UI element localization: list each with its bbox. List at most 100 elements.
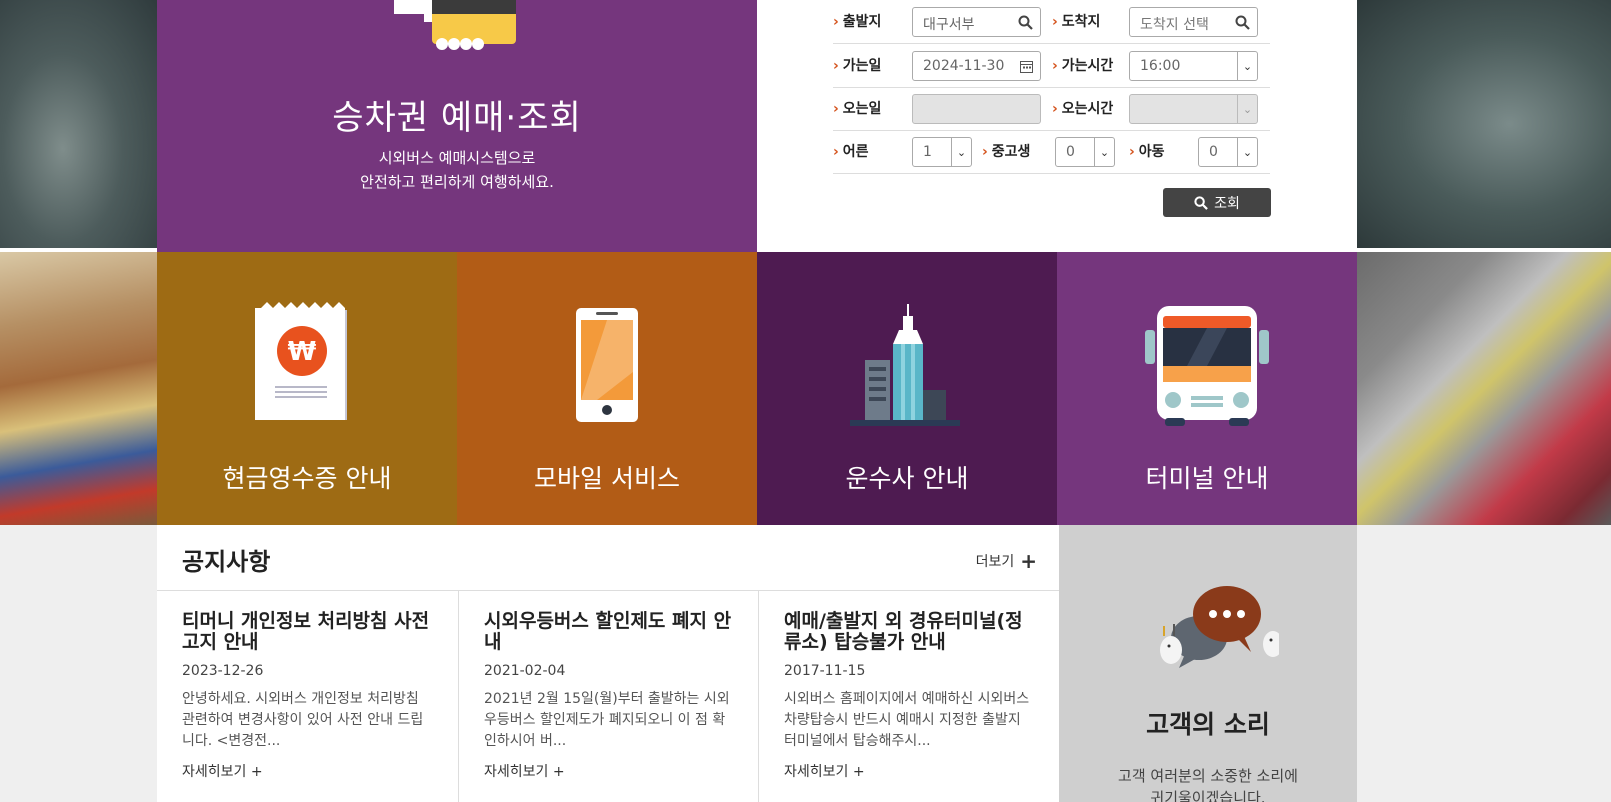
notice-header: 공지사항 더보기 + [157,525,1059,591]
receipt-icon: ₩ [255,302,347,420]
notice-title[interactable]: 시외우등버스 할인제도 폐지 안내 [484,611,734,653]
adult-label-text: 어른 [842,144,869,160]
return-row: › 오는일 › 오는시간 ⌄ [833,87,1270,131]
go-time-value: 16:00 [1140,58,1181,74]
voice-description: 고객 여러분의 소중한 소리에 귀기울이겠습니다. [1059,765,1357,802]
arrival-label-text: 도착지 [1061,14,1101,30]
notice-section: 공지사항 더보기 + 티머니 개인정보 처리방침 사전고지 안내 2023-12-… [157,525,1059,802]
building-icon [850,304,960,426]
hero-banner: 승차권 예매·조회 시외버스 예매시스템으로 안전하고 편리하게 여행하세요. [157,0,757,252]
adult-count-select[interactable]: 1 ⌄ [912,137,972,167]
route-row: › 출발지 대구서부 › 도착지 도착지 선택 [833,0,1270,44]
section-title: 고객의 소리 [1146,710,1270,739]
notice-date: 2023-12-26 [182,663,264,679]
return-time-label-text: 오는시간 [1061,101,1114,117]
child-label: › 아동 [1129,141,1165,161]
arrival-placeholder: 도착지 선택 [1140,17,1209,33]
plus-icon: + [1020,549,1037,573]
customer-voice-section[interactable]: 고객의 소리 고객 여러분의 소중한 소리에 귀기울이겠습니다. [1059,525,1357,802]
student-count-select[interactable]: 0 ⌄ [1055,137,1115,167]
arrow-icon: › [982,144,988,160]
go-date-value: 2024-11-30 [923,58,1005,74]
student-label-text: 중고생 [991,144,1031,160]
calendar-icon[interactable] [1020,60,1033,73]
search-button-label: 조회 [1214,195,1240,212]
arrival-input[interactable]: 도착지 선택 [1129,7,1258,37]
detail-link[interactable]: 자세히보기 + [784,761,865,781]
more-link[interactable]: 더보기 + [976,549,1037,573]
adult-label: › 어른 [833,141,869,161]
plus-icon: + [552,764,565,780]
tile-bus-company[interactable]: 운수사 안내 [757,252,1057,525]
student-label: › 중고생 [982,141,1030,161]
notice-title[interactable]: 티머니 개인정보 처리방침 사전고지 안내 [182,611,432,653]
detail-link[interactable]: 자세히보기 + [484,761,565,781]
go-time-select[interactable]: 16:00 ⌄ [1129,51,1258,81]
departure-label: › 출발지 [833,11,881,31]
go-time-label: › 가는시간 [1052,55,1113,75]
return-date-input[interactable] [912,94,1041,124]
chevron-down-icon: ⌄ [1094,138,1114,166]
passenger-row: › 어른 1 ⌄ › 중고생 0 ⌄ › 아동 0 ⌄ [833,130,1270,174]
search-icon[interactable] [1018,15,1033,30]
background-photo-right [1357,252,1611,525]
plus-icon: + [250,764,263,780]
page-title: 승차권 예매·조회 [332,98,582,138]
booking-form: › 출발지 대구서부 › 도착지 도착지 선택 › 가는일 2024-11-30 › 가… [757,0,1357,252]
hero-desc-line: 시외버스 예매시스템으로 [378,149,536,167]
bus-icon [1145,306,1269,426]
notice-date: 2017-11-15 [784,663,866,679]
tile-label: 현금영수증 안내 [222,464,392,493]
voice-desc-line: 고객 여러분의 소중한 소리에 [1118,767,1298,785]
search-icon[interactable] [1235,15,1250,30]
section-title: 공지사항 [182,548,271,576]
arrival-label: › 도착지 [1052,11,1100,31]
go-date-input[interactable]: 2024-11-30 [912,51,1041,81]
departure-value: 대구서부 [923,17,975,33]
notice-item[interactable]: 티머니 개인정보 처리방침 사전고지 안내 2023-12-26 안녕하세요. … [157,591,457,802]
arrow-icon: › [1129,144,1135,160]
notice-item[interactable]: 시외우등버스 할인제도 폐지 안내 2021-02-04 2021년 2월 15… [458,591,758,802]
smartphone-icon [576,308,638,422]
chat-bubbles-icon [1160,586,1279,668]
notice-summary: 안녕하세요. 시외버스 개인정보 처리방침 관련하여 변경사항이 있어 사전 안… [182,691,424,749]
arrow-icon: › [833,58,839,74]
adult-count-value: 1 [923,144,932,160]
arrow-icon: › [833,101,839,117]
arrow-icon: › [833,14,839,30]
tile-terminal[interactable]: 터미널 안내 [1057,252,1357,525]
detail-link[interactable]: 자세히보기 + [182,761,263,781]
tile-cash-receipt[interactable]: ₩ 현금영수증 안내 [157,252,457,525]
chevron-down-icon: ⌄ [1237,95,1257,123]
tile-label: 모바일 서비스 [534,464,680,493]
go-time-label-text: 가는시간 [1061,58,1114,74]
return-date-label: › 오는일 [833,98,881,118]
return-time-select[interactable]: ⌄ [1129,94,1258,124]
student-count-value: 0 [1066,144,1075,160]
hero-desc-line: 안전하고 편리하게 여행하세요. [360,173,554,191]
tile-label: 운수사 안내 [845,464,969,493]
notice-summary: 2021년 2월 15일(월)부터 출발하는 시외우등버스 할인제도가 폐지되오… [484,691,730,749]
search-icon [1194,195,1208,210]
return-time-label: › 오는시간 [1052,98,1113,118]
child-label-text: 아동 [1138,144,1165,160]
go-date-label: › 가는일 [833,55,881,75]
departure-input[interactable]: 대구서부 [912,7,1041,37]
detail-link-label: 자세히보기 [484,764,549,780]
return-date-label-text: 오는일 [842,101,882,117]
detail-link-label: 자세히보기 [182,764,247,780]
child-count-select[interactable]: 0 ⌄ [1198,137,1258,167]
plus-icon: + [852,764,865,780]
hero-description: 시외버스 예매시스템으로 안전하고 편리하게 여행하세요. [157,146,757,194]
notice-item[interactable]: 예매/출발지 외 경유터미널(정류소) 탑승불가 안내 2017-11-15 시… [758,591,1058,802]
tile-mobile-service[interactable]: 모바일 서비스 [457,252,757,525]
more-link-label: 더보기 [975,554,1015,570]
voice-desc-line: 귀기울이겠습니다. [1150,789,1266,802]
departure-label-text: 출발지 [842,14,882,30]
search-button[interactable]: 조회 [1163,188,1271,217]
background-image-right [1357,0,1611,248]
svg-text:₩: ₩ [288,337,317,367]
chevron-down-icon: ⌄ [951,138,971,166]
background-image-left [0,0,157,248]
notice-title[interactable]: 예매/출발지 외 경유터미널(정류소) 탑승불가 안내 [784,611,1034,653]
